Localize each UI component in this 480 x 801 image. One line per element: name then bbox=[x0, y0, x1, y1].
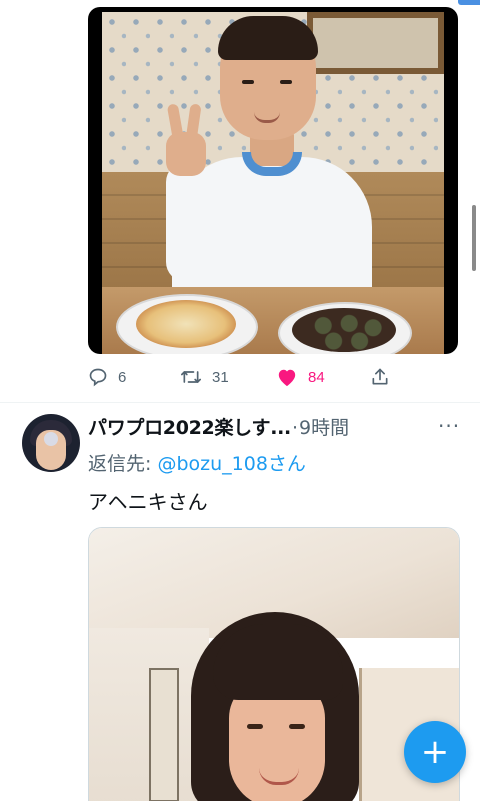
scrollbar-thumb[interactable] bbox=[472, 205, 476, 271]
photo-pizza bbox=[136, 300, 236, 348]
like-count: 84 bbox=[308, 368, 325, 386]
top-indicator bbox=[458, 0, 480, 5]
plus-icon: + bbox=[420, 732, 450, 772]
reply-count: 6 bbox=[118, 368, 127, 386]
photo-door bbox=[149, 668, 179, 801]
tweet1-media[interactable] bbox=[88, 7, 458, 354]
display-name[interactable]: パワプロ2022楽しす... bbox=[88, 417, 291, 439]
reply-button[interactable]: 6 bbox=[88, 364, 126, 390]
photo-picture-frame bbox=[307, 12, 444, 74]
person-eye-right bbox=[289, 724, 305, 729]
person-eye-left bbox=[247, 724, 263, 729]
person-arm bbox=[166, 162, 208, 282]
photo-escargot bbox=[292, 308, 396, 352]
compose-tweet-button[interactable]: + bbox=[404, 721, 466, 783]
share-icon bbox=[372, 368, 388, 385]
avatar[interactable] bbox=[22, 414, 80, 472]
like-button[interactable]: 84 bbox=[276, 364, 325, 390]
tweet-text: アヘニキさん bbox=[88, 490, 208, 514]
reply-context: 返信先: @bozu_108さん bbox=[88, 449, 306, 476]
tweet-divider bbox=[0, 402, 480, 403]
tweet-timestamp[interactable]: 9時間 bbox=[299, 417, 349, 439]
tweet1-action-bar: 6 31 84 bbox=[88, 364, 398, 390]
retweet-count: 31 bbox=[212, 368, 229, 386]
tweet2-header: パワプロ2022楽しす...·9時間 bbox=[88, 413, 448, 441]
reply-user-link[interactable]: @bozu_108さん bbox=[157, 453, 305, 475]
reply-label: 返信先: bbox=[88, 453, 158, 475]
retweet-icon bbox=[180, 371, 201, 383]
avatar-badge-icon bbox=[44, 432, 58, 446]
retweet-button[interactable]: 31 bbox=[180, 364, 229, 390]
person-eye-left bbox=[242, 80, 254, 84]
more-options-icon[interactable]: ··· bbox=[438, 416, 460, 436]
share-button[interactable] bbox=[370, 364, 390, 390]
person-bangs bbox=[213, 624, 343, 700]
tweet1-photo bbox=[102, 12, 444, 354]
header-separator: · bbox=[291, 417, 299, 439]
reply-icon bbox=[89, 368, 107, 387]
person-hair bbox=[218, 16, 318, 60]
timeline-screen: 6 31 84 パワプロ2022楽しす...·9時間 ··· 返信先: @boz… bbox=[0, 0, 480, 801]
heart-filled-icon bbox=[278, 369, 296, 387]
person-eye-right bbox=[280, 80, 292, 84]
